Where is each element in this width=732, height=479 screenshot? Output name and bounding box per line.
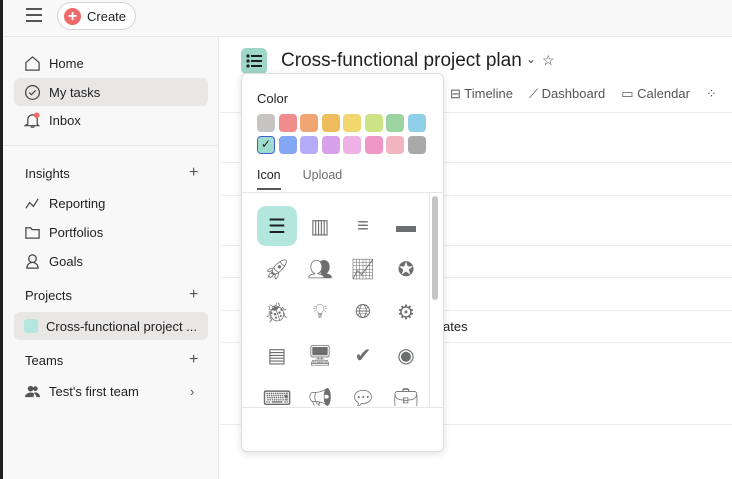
list-icon: [246, 54, 262, 68]
plus-icon: +: [64, 7, 81, 25]
chevron-right-icon[interactable]: ›: [190, 384, 194, 399]
chart-up-icon[interactable]: 📈︎: [343, 249, 383, 289]
scrollbar-thumb[interactable]: [432, 196, 438, 300]
color-swatch[interactable]: [321, 114, 340, 132]
tab-calendar[interactable]: ▭ Calendar: [621, 86, 690, 102]
color-swatch[interactable]: [321, 135, 340, 154]
color-swatch[interactable]: [364, 135, 383, 154]
target-icon[interactable]: ◉: [386, 335, 426, 375]
tab-label: Dashboard: [541, 86, 606, 101]
add-team-button[interactable]: +: [189, 351, 198, 369]
check-circle-icon: [24, 84, 41, 100]
check-icon: ✓: [260, 136, 272, 151]
sidebar-item-goals[interactable]: Goals: [14, 247, 208, 275]
check-circle-icon[interactable]: ✔: [343, 335, 383, 375]
color-swatch[interactable]: [343, 135, 361, 154]
label: Test's first team: [49, 383, 139, 399]
gear-icon[interactable]: ⚙: [386, 292, 426, 332]
label: Portfolios: [49, 224, 104, 240]
color-swatch[interactable]: [300, 114, 318, 132]
folder-icon: [25, 226, 40, 239]
tab-upload[interactable]: Upload: [303, 168, 343, 190]
color-swatch[interactable]: [386, 114, 404, 132]
menu-icon[interactable]: [26, 8, 42, 22]
sidebar-item-portfolios[interactable]: Portfolios: [14, 218, 208, 246]
row-text: ates: [443, 319, 468, 334]
lightbulb-icon[interactable]: 💡︎: [300, 292, 340, 332]
color-swatch[interactable]: [257, 114, 275, 132]
star-circle-icon[interactable]: ✪: [386, 249, 426, 289]
color-swatch[interactable]: [343, 114, 361, 132]
color-swatch[interactable]: [364, 114, 383, 132]
view-tabs: ⊟ Timeline ⟋ Dashboard ▭ Calendar ⁘: [450, 86, 717, 102]
bug-icon[interactable]: 🐞︎: [257, 292, 297, 332]
sidebar-item-inbox[interactable]: Inbox: [14, 106, 208, 134]
color-heading: Color: [257, 91, 289, 106]
tab-label: Calendar: [637, 86, 690, 101]
board-icon[interactable]: ▥: [300, 206, 340, 246]
color-swatch[interactable]: [407, 135, 426, 154]
color-swatch[interactable]: [300, 135, 318, 154]
label: My tasks: [49, 84, 101, 100]
color-swatch[interactable]: [407, 114, 426, 132]
label: Home: [49, 55, 84, 71]
list-icon[interactable]: ☰: [257, 206, 297, 246]
desktop-icon[interactable]: 🖥︎: [300, 335, 340, 375]
color-swatch[interactable]: ✓: [257, 135, 275, 154]
create-label: Create: [87, 8, 127, 24]
label: Inbox: [49, 112, 81, 128]
home-icon: [25, 55, 40, 71]
chat-icon[interactable]: 💬︎: [343, 378, 383, 407]
megaphone-icon[interactable]: 📢︎: [300, 378, 340, 407]
people-icon[interactable]: 👥︎: [300, 249, 340, 289]
reporting-icon: [25, 197, 39, 209]
project-icon-button[interactable]: [241, 48, 267, 74]
goals-icon: [26, 253, 39, 269]
color-swatch[interactable]: [278, 114, 297, 132]
add-insight-button[interactable]: +: [189, 164, 198, 182]
projects-heading: Projects: [25, 288, 72, 303]
bell-icon: [24, 111, 41, 128]
briefcase-icon[interactable]: 💼︎: [386, 378, 426, 407]
tab-workflow[interactable]: ⁘: [706, 86, 717, 102]
label: Reporting: [49, 195, 106, 211]
tab-icon[interactable]: Icon: [257, 168, 281, 190]
insights-heading: Insights: [25, 166, 70, 181]
sidebar-item-project[interactable]: Cross-functional project ...: [14, 312, 208, 340]
globe-icon[interactable]: 🌐︎: [343, 292, 383, 332]
tab-dashboard[interactable]: ⟋ Dashboard: [529, 86, 605, 102]
project-color-icon: [24, 319, 38, 333]
page-title: Cross-functional project plan: [281, 50, 522, 71]
calendar-icon[interactable]: ▬: [386, 206, 426, 246]
notebook-icon[interactable]: ▤: [257, 335, 297, 375]
sidebar-item-home[interactable]: Home: [14, 49, 208, 77]
chevron-down-icon[interactable]: ⌄: [526, 52, 536, 66]
timeline-icon[interactable]: ≡: [343, 206, 383, 246]
teams-heading: Teams: [25, 353, 64, 368]
star-icon[interactable]: ☆: [542, 52, 555, 69]
sidebar-item-my-tasks[interactable]: My tasks: [14, 78, 208, 106]
icon-grid: ☰ ▥ ≡ ▬ 🚀︎ 👥︎ 📈︎ ✪ 🐞︎ 💡︎ 🌐︎ ⚙ ▤ 🖥︎ ✔ ◉ ⌨ 📢︎ 💬︎ 💼︎: [257, 206, 427, 406]
team-icon: [24, 385, 41, 397]
divider: [242, 192, 443, 193]
color-swatch[interactable]: [278, 135, 297, 154]
sidebar-item-team[interactable]: Test's first team ›: [14, 377, 208, 405]
rocket-icon[interactable]: 🚀︎: [257, 249, 297, 289]
color-swatch[interactable]: [386, 135, 404, 154]
tab-label: Timeline: [464, 86, 513, 101]
scrollbar-track: [429, 193, 430, 407]
label: Cross-functional project ...: [46, 318, 198, 334]
code-icon[interactable]: ⌨: [257, 378, 297, 407]
divider: [3, 145, 219, 146]
add-project-button[interactable]: +: [189, 286, 198, 304]
tab-timeline[interactable]: ⊟ Timeline: [450, 86, 513, 102]
label: Goals: [49, 253, 83, 269]
icon-color-popover: Color ✓ Icon Upload ☰ ▥ ≡ ▬ 🚀︎ 👥︎ 📈︎ ✪ 🐞︎ 💡︎ 🌐︎ ⚙ ▤ 🖥…: [241, 73, 444, 452]
create-button[interactable]: + Create: [57, 2, 136, 30]
divider: [242, 407, 443, 408]
sidebar-item-reporting[interactable]: Reporting: [14, 189, 208, 217]
